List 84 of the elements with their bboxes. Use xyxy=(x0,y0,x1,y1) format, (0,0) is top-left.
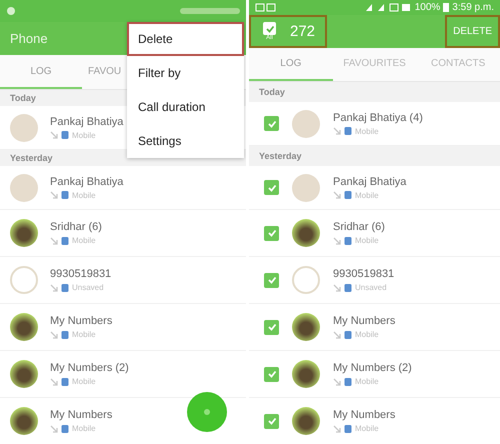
contact-name: Pankaj Bhatiya (4) xyxy=(333,112,423,124)
contact-name: My Numbers xyxy=(333,409,396,421)
menu-item[interactable]: Filter by xyxy=(127,56,244,90)
number-type: Mobile xyxy=(72,190,96,200)
call-icon xyxy=(333,424,341,432)
number-type: Mobile xyxy=(72,130,96,140)
contact-name: My Numbers (2) xyxy=(333,362,412,374)
app-title: Phone xyxy=(10,31,48,46)
sim-icon xyxy=(61,284,69,292)
sim-icon xyxy=(344,378,352,386)
select-all-checkbox[interactable] xyxy=(263,22,276,35)
signal-icons xyxy=(364,3,412,12)
contact-name: Pankaj Bhatiya xyxy=(333,176,406,188)
number-type: Mobile xyxy=(355,330,379,339)
number-type: Mobile xyxy=(355,236,379,245)
contact-name: 9930519831 xyxy=(50,268,112,280)
sim-icon xyxy=(344,191,352,199)
sim-icon xyxy=(61,378,69,386)
contact-name: My Numbers xyxy=(333,315,396,327)
row-checkbox[interactable] xyxy=(264,116,279,131)
call-icon xyxy=(50,424,58,432)
checkmark-icon xyxy=(264,24,274,34)
sim-icon xyxy=(344,424,352,432)
contact-name: Pankaj Bhatiya xyxy=(50,116,124,128)
contact-name: My Numbers xyxy=(50,315,112,327)
sim-icon xyxy=(344,330,352,338)
call-icon xyxy=(333,284,341,292)
call-icon xyxy=(333,330,341,338)
contact-name: Sridhar (6) xyxy=(50,221,102,233)
number-type: Unsaved xyxy=(72,283,104,292)
sim-icon xyxy=(344,284,352,292)
sim-icon xyxy=(344,127,352,135)
call-icon xyxy=(50,378,58,386)
call-icon xyxy=(333,236,341,244)
number-type: Mobile xyxy=(72,330,96,339)
contact-name: 9930519831 xyxy=(333,268,394,280)
call-icon xyxy=(50,131,58,139)
checkmark-icon xyxy=(266,228,276,238)
checkmark-icon xyxy=(266,369,276,379)
sim-icon xyxy=(61,236,69,244)
row-checkbox[interactable] xyxy=(264,180,279,195)
sim-icon xyxy=(61,330,69,338)
section-header: Today xyxy=(249,82,500,102)
sim-icon xyxy=(61,131,69,139)
checkmark-icon xyxy=(266,416,276,426)
notification-icons xyxy=(255,3,277,12)
number-type: Unsaved xyxy=(355,283,387,292)
checkmark-icon xyxy=(266,182,276,192)
contact-name: Pankaj Bhatiya xyxy=(50,176,124,188)
battery-icon xyxy=(443,3,450,12)
contact-name: Sridhar (6) xyxy=(333,221,385,233)
row-checkbox[interactable] xyxy=(264,226,279,240)
row-checkbox[interactable] xyxy=(264,366,279,382)
number-type: Mobile xyxy=(355,424,379,433)
row-checkbox[interactable] xyxy=(264,414,279,428)
checkmark-icon xyxy=(266,118,276,128)
number-type: Mobile xyxy=(72,424,96,433)
sim-icon xyxy=(344,236,352,244)
row-checkbox[interactable] xyxy=(264,320,279,334)
call-icon xyxy=(50,236,58,244)
number-type: Mobile xyxy=(355,377,379,386)
checkmark-icon xyxy=(266,275,276,285)
clock: 3:59 p.m. xyxy=(452,2,494,13)
sim-icon xyxy=(61,191,69,199)
call-icon xyxy=(333,378,341,386)
contact-name: My Numbers xyxy=(50,409,112,421)
call-icon xyxy=(333,127,341,135)
call-icon xyxy=(50,191,58,199)
number-type: Mobile xyxy=(72,236,96,245)
notification-icon xyxy=(6,6,16,16)
number-type: Mobile xyxy=(72,377,96,386)
battery-percent: 100% xyxy=(414,2,440,13)
call-icon xyxy=(333,191,341,199)
sim-icon xyxy=(61,424,69,432)
section-header: Yesterday xyxy=(249,146,500,166)
call-icon xyxy=(50,330,58,338)
checkmark-icon xyxy=(266,322,276,332)
number-type: Mobile xyxy=(355,126,379,136)
contact-name: My Numbers (2) xyxy=(50,362,129,374)
menu-item[interactable]: Delete xyxy=(127,22,244,56)
call-icon xyxy=(50,284,58,292)
selected-count: 272 xyxy=(290,23,316,40)
number-type: Mobile xyxy=(355,190,379,200)
row-checkbox[interactable] xyxy=(264,272,279,288)
